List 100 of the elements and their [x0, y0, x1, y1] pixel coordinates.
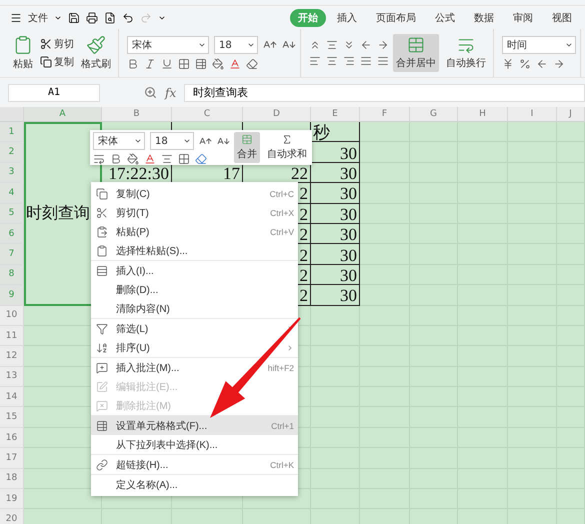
function-label[interactable]: fx [165, 86, 176, 100]
column-header[interactable]: C [172, 107, 243, 122]
row-header[interactable]: 11 [0, 326, 24, 346]
font-color-icon[interactable] [229, 58, 241, 70]
row-header[interactable]: 17 [0, 448, 24, 469]
font-size-select[interactable]: 18 [150, 132, 194, 150]
percent-icon[interactable] [519, 58, 531, 70]
menu-item-icon [96, 400, 108, 412]
wrap-text-button[interactable]: 自动换行 [443, 34, 489, 72]
font-size-select[interactable]: 18 [214, 36, 258, 54]
eraser-icon[interactable] [195, 153, 207, 165]
fill-color-icon[interactable] [212, 58, 224, 70]
menu-item[interactable]: 排序(U) [91, 338, 298, 357]
ribbon-tab[interactable]: 页面布局 [368, 8, 424, 26]
increase-indent-icon[interactable] [377, 39, 389, 51]
font-color-icon[interactable] [144, 153, 156, 165]
format-painter-button[interactable]: 格式刷 [78, 33, 114, 73]
row-header[interactable]: 13 [0, 366, 24, 388]
borders-icon[interactable] [178, 58, 190, 70]
grid-cell [508, 122, 557, 142]
italic-icon[interactable] [144, 58, 156, 70]
bold-icon[interactable] [127, 58, 139, 70]
undo-icon[interactable] [122, 12, 134, 24]
merge-cells-icon [407, 36, 425, 54]
merge-button[interactable]: 合并 [234, 132, 260, 163]
row-header[interactable]: 20 [0, 509, 24, 524]
menu-icon[interactable] [10, 12, 22, 24]
dropdown-icon[interactable] [565, 41, 573, 49]
column-header[interactable]: F [360, 107, 410, 122]
cut-button[interactable]: 剪切 [40, 37, 74, 51]
dropdown-icon[interactable] [198, 41, 206, 49]
wrap-icon[interactable] [93, 153, 105, 165]
currency-icon[interactable] [502, 58, 514, 70]
align-center-icon[interactable] [326, 55, 338, 67]
grid-cell [360, 142, 410, 163]
align-left-icon[interactable] [309, 55, 321, 67]
bold-icon[interactable] [110, 153, 122, 165]
table-style-icon[interactable] [195, 58, 207, 70]
menu-item[interactable]: 定义名称(A)... [91, 475, 298, 494]
zoom-icon[interactable] [144, 86, 157, 99]
row-header[interactable]: 16 [0, 428, 24, 448]
paintbrush-icon [86, 35, 106, 55]
underline-icon[interactable] [161, 58, 173, 70]
align-right-icon[interactable] [343, 55, 355, 67]
formula-field[interactable]: 时刻查询表 [184, 84, 585, 102]
name-box[interactable]: A1 [8, 84, 100, 102]
align-center-icon[interactable] [161, 153, 173, 165]
menu-item-icon [96, 342, 108, 354]
merge-center-button[interactable]: 合并居中 [393, 34, 439, 72]
eraser-icon[interactable] [246, 58, 258, 70]
ribbon-tab[interactable]: 数据 [466, 8, 502, 26]
align-bottom-icon[interactable] [343, 39, 355, 51]
row-header[interactable]: 18 [0, 468, 24, 490]
number-format-select[interactable]: 时间 [502, 36, 576, 54]
paste-button[interactable]: 粘贴 [10, 33, 36, 73]
column-header[interactable]: E [311, 107, 360, 122]
file-menu[interactable]: 文件 [28, 10, 48, 24]
dropdown-icon[interactable] [247, 41, 255, 49]
column-header[interactable]: J [557, 107, 585, 122]
menu-item[interactable]: 超链接(H)... Ctrl+K [91, 455, 298, 474]
row-header[interactable]: 12 [0, 346, 24, 367]
ribbon-tab[interactable]: 公式 [427, 8, 463, 26]
ribbon-tab[interactable]: 审阅 [505, 8, 541, 26]
menu-item[interactable]: 插入批注(M)... hift+F2 [91, 358, 298, 377]
fill-color-icon[interactable] [127, 153, 139, 165]
save-icon[interactable] [68, 12, 80, 24]
menu-item-icon [96, 362, 108, 374]
print-preview-icon[interactable] [104, 12, 116, 24]
increase-decimal-icon[interactable] [536, 58, 548, 70]
menu-item[interactable]: 设置单元格格式(F)... Ctrl+1 [91, 416, 298, 435]
grid-cell [360, 204, 410, 224]
column-header[interactable]: D [243, 107, 311, 122]
font-select[interactable]: 宋体 [127, 36, 209, 54]
decrease-indent-icon[interactable] [360, 39, 372, 51]
row-header[interactable]: 14 [0, 387, 24, 408]
dropdown-icon[interactable] [183, 137, 191, 145]
table-cell: 30 [311, 183, 360, 204]
align-top-icon[interactable] [309, 39, 321, 51]
justify-icon[interactable] [360, 55, 372, 67]
row-header[interactable]: 15 [0, 407, 24, 428]
align-middle-icon[interactable] [326, 39, 338, 51]
borders-icon[interactable] [178, 153, 190, 165]
column-header[interactable]: I [508, 107, 557, 122]
column-header[interactable]: B [102, 107, 172, 122]
menu-item[interactable]: 从下拉列表中选择(K)... [91, 435, 298, 454]
distribute-icon[interactable] [377, 55, 389, 67]
autosum-button[interactable]: 自动求和 [264, 132, 310, 163]
table-cell: 30 [311, 224, 360, 244]
grid-cell [360, 183, 410, 204]
column-header[interactable]: G [410, 107, 458, 122]
ribbon-tab[interactable]: 插入 [329, 8, 365, 26]
dropdown-icon[interactable] [134, 137, 142, 145]
row-header[interactable]: 19 [0, 489, 24, 510]
printer-icon[interactable] [86, 12, 98, 24]
row-header[interactable]: 10 [0, 306, 24, 326]
ribbon-tab[interactable]: 视图 [544, 8, 580, 26]
decrease-decimal-icon[interactable] [553, 58, 565, 70]
copy-button[interactable]: 复制 [40, 55, 74, 69]
font-select[interactable]: 宋体 [93, 132, 145, 150]
column-header[interactable]: H [458, 107, 508, 122]
